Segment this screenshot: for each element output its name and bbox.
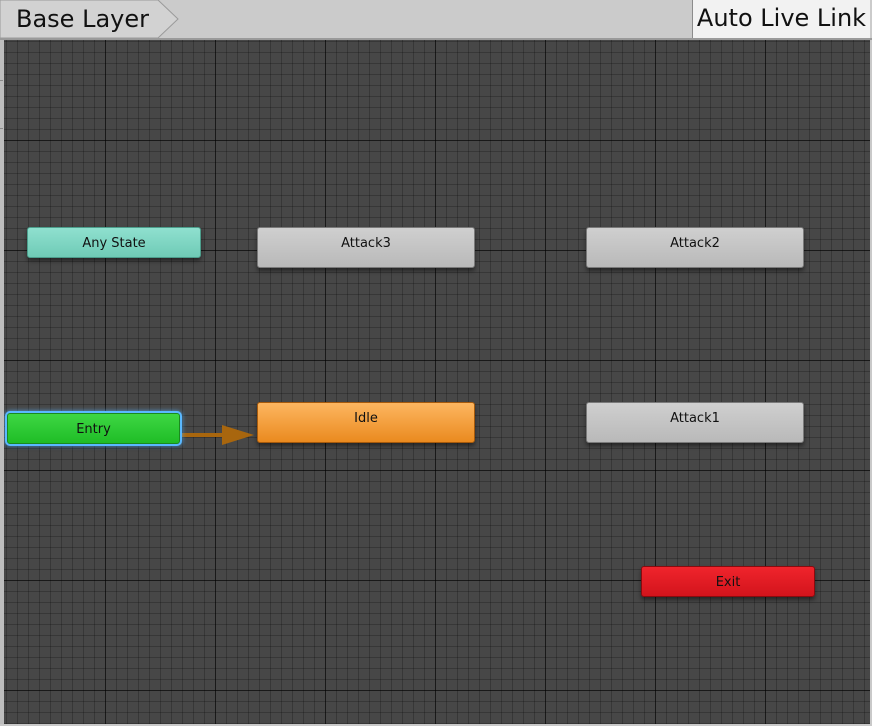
state-node-attack2[interactable]: Attack2 (586, 227, 804, 268)
panel-edge-mark (0, 80, 3, 81)
panel-edge-mark (0, 128, 3, 129)
state-node-label: Attack3 (341, 236, 391, 251)
state-node-label: Attack2 (670, 236, 720, 251)
state-node-label: Attack1 (670, 411, 720, 426)
state-node-label: Idle (354, 411, 378, 426)
state-machine-graph[interactable]: Any State Attack3 Attack2 Entry Idle Att… (4, 40, 870, 724)
state-node-exit[interactable]: Exit (641, 566, 815, 597)
state-node-label: Any State (82, 236, 146, 251)
state-node-entry[interactable]: Entry (5, 411, 182, 446)
state-node-attack1[interactable]: Attack1 (586, 402, 804, 443)
state-node-label: Entry (76, 422, 111, 437)
transition-entry-to-idle[interactable] (4, 40, 870, 724)
state-node-attack3[interactable]: Attack3 (257, 227, 475, 268)
layer-breadcrumb[interactable]: Base Layer (0, 0, 180, 38)
state-node-idle-default[interactable]: Idle (257, 402, 475, 443)
state-node-any-state[interactable]: Any State (27, 227, 201, 258)
animator-toolbar: Base Layer Auto Live Link (0, 0, 872, 40)
auto-live-link-button[interactable]: Auto Live Link (692, 0, 870, 38)
breadcrumb-label: Base Layer (16, 5, 149, 33)
animator-window: Base Layer Auto Live Link Any State Atta… (0, 0, 872, 726)
state-node-label: Exit (715, 575, 741, 590)
